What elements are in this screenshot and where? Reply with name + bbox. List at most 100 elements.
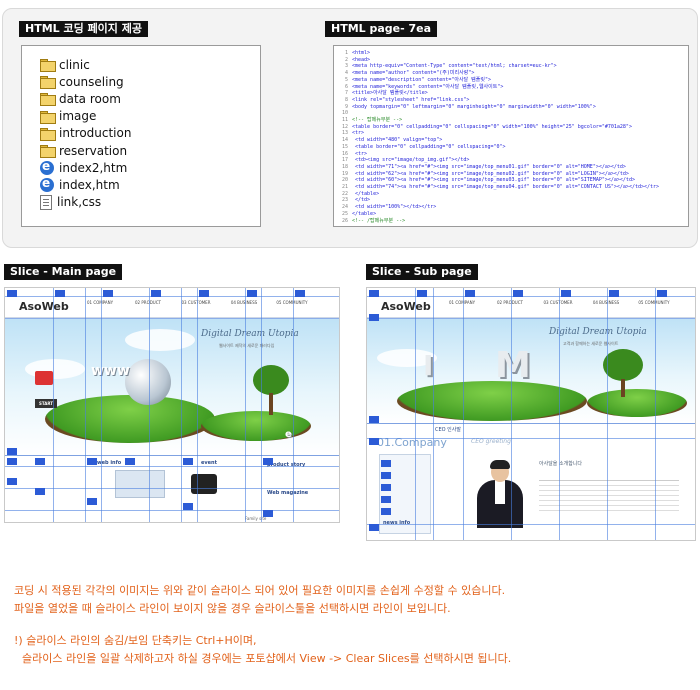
- slice-number-badge: [513, 290, 523, 297]
- html-file-icon: [40, 159, 54, 175]
- globe-icon: [125, 359, 171, 405]
- top-panel: HTML 코딩 페이지 제공 HTML page- 7ea clinic coun…: [2, 8, 698, 248]
- main-hero: Digital Dream Utopia 웹사이트 제작의 새로운 패러다임 w…: [5, 319, 339, 455]
- slice-guide-line: [655, 288, 656, 540]
- file-list-item[interactable]: index,htm: [40, 176, 120, 193]
- slice-guide-line: [559, 288, 560, 540]
- code-text: <td width="480" valign="top">: [352, 137, 443, 144]
- file-name: index2,htm: [59, 160, 128, 175]
- file-name: data room: [59, 91, 121, 106]
- file-name: clinic: [59, 57, 90, 72]
- file-list-item[interactable]: index2,htm: [40, 159, 127, 176]
- slice-number-badge: [247, 290, 257, 297]
- heart-sign-icon: [35, 371, 53, 385]
- slice-number-badge: [381, 460, 391, 467]
- slice-number-badge: [369, 314, 379, 321]
- code-text: <td width="62"><a href="#"><img src="ima…: [352, 170, 629, 177]
- slice-number-badge: [87, 458, 97, 465]
- slice-number-badge: [369, 438, 379, 445]
- slice-guide-line: [367, 438, 695, 439]
- letter-e-icon: e: [285, 429, 292, 440]
- main-nav-item[interactable]: 03 CUSTOMER: [179, 300, 213, 305]
- main-nav-item[interactable]: 01 COMPANY: [83, 300, 117, 305]
- sub-nav-item[interactable]: 01 COMPANY: [445, 300, 479, 305]
- grass-island: [45, 395, 215, 443]
- slice-number-badge: [609, 290, 619, 297]
- sub-logo: AsoWeb: [381, 300, 431, 313]
- main-nav-item[interactable]: 05 COMMUNITY: [275, 300, 309, 305]
- slice-guide-line: [5, 488, 339, 489]
- code-text: <html>: [352, 50, 371, 56]
- slice-guide-line: [415, 288, 416, 540]
- file-list-item[interactable]: clinic: [40, 56, 90, 73]
- letter-i-icon: I: [423, 349, 434, 382]
- sub-nav-item[interactable]: 03 CUSTOMER: [541, 300, 575, 305]
- file-list-item[interactable]: data room: [40, 90, 121, 107]
- event-thumbnail: [191, 474, 217, 494]
- sub-nav-item[interactable]: 05 COMMUNITY: [637, 300, 671, 305]
- code-text: <td width="71"><a href="#"><img src="ima…: [352, 163, 626, 170]
- tree-icon: [253, 365, 289, 395]
- code-text: <body topmargin="0" leftmargin="0" margi…: [352, 103, 596, 110]
- sub-nav-item[interactable]: 04 BUSINESS: [589, 300, 623, 305]
- sub-nav-item[interactable]: 02 PRODUCT: [493, 300, 527, 305]
- slice-number-badge: [7, 290, 17, 297]
- slice-guide-line: [607, 288, 608, 540]
- slice-guide-line: [367, 423, 695, 424]
- slice-guide-line: [5, 510, 339, 511]
- code-text: <tr>: [352, 150, 368, 157]
- file-list-window: clinic counseling data room image introducti…: [21, 45, 261, 227]
- slice-number-badge: [151, 290, 161, 297]
- file-name: counseling: [59, 74, 124, 89]
- folder-icon: [40, 110, 56, 124]
- code-text: <link rel="stylesheet" href="link.css">: [352, 96, 470, 103]
- file-list-item[interactable]: link,css: [40, 194, 101, 211]
- code-text: </td>: [352, 197, 371, 204]
- main-hero-title: Digital Dream Utopia: [201, 329, 299, 339]
- sub-hero-title: Digital Dream Utopia: [549, 327, 647, 337]
- slice-number-badge: [183, 458, 193, 465]
- folder-icon: [40, 93, 56, 107]
- product-thumbnail: [115, 470, 165, 498]
- file-list-item[interactable]: image: [40, 108, 96, 125]
- main-nav-item[interactable]: 04 BUSINESS: [227, 300, 261, 305]
- slice-guide-line: [5, 455, 339, 456]
- note-line-2: 파일을 열었을 때 슬라이스 라인이 보이지 않을 경우 슬라이스툴을 선택하시…: [14, 602, 451, 615]
- slice-guide-line: [5, 466, 339, 467]
- code-editor-window: 1 <html> 2 <head> 3 <meta http-equiv="Content…: [333, 45, 689, 227]
- file-list-item[interactable]: counseling: [40, 73, 124, 90]
- slice-guide-line: [367, 524, 695, 525]
- sub-slice-tag: Slice - Sub page: [366, 264, 478, 280]
- sub-page-slice-preview: AsoWeb 01 COMPANY 02 PRODUCT 03 CUSTOMER…: [366, 287, 696, 541]
- css-file-icon: [40, 194, 52, 210]
- code-text: </table>: [352, 210, 377, 217]
- slice-number-badge: [125, 458, 135, 465]
- main-nav-item[interactable]: 02 PRODUCT: [131, 300, 165, 305]
- slice-number-badge: [369, 290, 379, 297]
- folder-icon: [40, 76, 56, 90]
- slice-guide-line: [463, 288, 464, 540]
- left-menu-box-title: news info: [383, 520, 411, 526]
- note-line-1: 코딩 시 적용된 각각의 이미지는 위와 같이 슬라이스 되어 있어 필요한 이…: [14, 584, 506, 597]
- slice-number-badge: [55, 290, 65, 297]
- file-list-item[interactable]: introduction: [40, 125, 131, 142]
- grass-island: [201, 411, 311, 441]
- folder-icon: [40, 59, 56, 72]
- code-text: <td width="74"><a href="#"><img src="ima…: [352, 184, 660, 190]
- file-list-item[interactable]: reservation: [40, 142, 127, 159]
- slice-number-badge: [417, 290, 427, 297]
- slice-number-badge: [103, 290, 113, 297]
- ceo-label: CEO 인사말: [435, 427, 461, 433]
- code-text: <meta http-equiv="Content-Type" content=…: [352, 63, 557, 70]
- code-text: <!-- /탑메뉴부분 -->: [352, 217, 406, 224]
- code-text: <head>: [352, 56, 371, 63]
- tree-trunk: [621, 379, 625, 397]
- main-logo: AsoWeb: [19, 300, 69, 313]
- code-tag: HTML page- 7ea: [325, 21, 438, 37]
- line-number: 26: [341, 217, 348, 224]
- slice-number-badge: [7, 448, 17, 455]
- code-text: <title>아사달 템플릿</title>: [352, 90, 428, 97]
- code-text: <td><img src="image/top_img.gif"></td>: [352, 157, 470, 164]
- slice-number-badge: [7, 478, 17, 485]
- files-tag: HTML 코딩 페이지 제공: [19, 21, 148, 37]
